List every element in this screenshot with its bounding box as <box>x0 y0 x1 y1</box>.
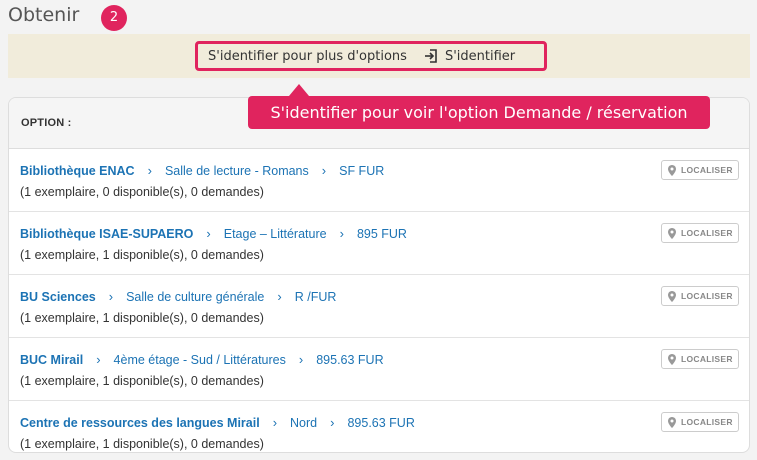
signin-callout: S'identifier pour voir l'option Demande … <box>248 96 710 129</box>
chevron-right-icon: › <box>96 352 101 367</box>
availability-details: (1 exemplaire, 0 disponible(s), 0 demand… <box>20 185 264 199</box>
location-link[interactable]: Salle de lecture - Romans <box>165 164 309 178</box>
holding-path: Bibliothèque ENAC › Salle de lecture - R… <box>20 163 749 178</box>
holding-row: BUC Mirail › 4ème étage - Sud / Littérat… <box>9 338 749 401</box>
location-link[interactable]: 4ème étage - Sud / Littératures <box>114 353 286 367</box>
locate-button[interactable]: LOCALISER <box>661 412 739 432</box>
locate-label: LOCALISER <box>681 165 733 175</box>
location-link[interactable]: Etage – Littérature <box>224 227 327 241</box>
locate-label: LOCALISER <box>681 354 733 364</box>
call-number-link[interactable]: 895 FUR <box>357 227 407 241</box>
holding-path: BU Sciences › Salle de culture générale … <box>20 289 749 304</box>
locate-button[interactable]: LOCALISER <box>661 349 739 369</box>
map-pin-icon <box>668 227 676 239</box>
chevron-right-icon: › <box>147 163 152 178</box>
call-number-link[interactable]: R /FUR <box>295 290 337 304</box>
step-badge: 2 <box>101 5 127 31</box>
signin-link-label: S'identifier <box>444 48 516 64</box>
location-link[interactable]: Salle de culture générale <box>126 290 264 304</box>
library-link[interactable]: Bibliothèque ENAC <box>20 164 135 178</box>
signin-banner: S'identifier pour plus d'options S'ident… <box>8 34 750 78</box>
signin-link[interactable]: S'identifier <box>423 48 515 64</box>
library-link[interactable]: BU Sciences <box>20 290 96 304</box>
call-number-link[interactable]: 895.63 FUR <box>316 353 383 367</box>
call-number-link[interactable]: 895.63 FUR <box>347 416 414 430</box>
call-number-link[interactable]: SF FUR <box>339 164 384 178</box>
location-link[interactable]: Nord <box>290 416 317 430</box>
library-link[interactable]: BUC Mirail <box>20 353 83 367</box>
holding-row: Bibliothèque ENAC › Salle de lecture - R… <box>9 149 749 212</box>
sign-in-icon <box>424 49 437 63</box>
locate-label: LOCALISER <box>681 417 733 427</box>
chevron-right-icon: › <box>277 289 282 304</box>
holding-path: Centre de ressources des langues Mirail … <box>20 415 749 430</box>
holding-row: Centre de ressources des langues Mirail … <box>9 401 749 452</box>
locate-button[interactable]: LOCALISER <box>661 286 739 306</box>
availability-details: (1 exemplaire, 1 disponible(s), 0 demand… <box>20 374 264 388</box>
holding-row: BU Sciences › Salle de culture générale … <box>9 275 749 338</box>
signin-box: S'identifier pour plus d'options S'ident… <box>195 41 547 71</box>
chevron-right-icon: › <box>339 226 344 241</box>
map-pin-icon <box>668 416 676 428</box>
availability-details: (1 exemplaire, 1 disponible(s), 0 demand… <box>20 437 264 451</box>
signin-prompt: S'identifier pour plus d'options <box>208 48 407 64</box>
library-link[interactable]: Centre de ressources des langues Mirail <box>20 416 260 430</box>
holding-path: Bibliothèque ISAE-SUPAERO › Etage – Litt… <box>20 226 749 241</box>
chevron-right-icon: › <box>321 163 327 178</box>
holding-row: Bibliothèque ISAE-SUPAERO › Etage – Litt… <box>9 212 749 275</box>
options-panel: OPTION : Bibliothèque ENAC › Salle de le… <box>8 97 750 453</box>
chevron-right-icon: › <box>272 415 278 430</box>
locate-button[interactable]: LOCALISER <box>661 160 739 180</box>
chevron-right-icon: › <box>330 415 335 430</box>
locate-label: LOCALISER <box>681 228 733 238</box>
chevron-right-icon: › <box>206 226 211 241</box>
chevron-right-icon: › <box>108 289 114 304</box>
library-link[interactable]: Bibliothèque ISAE-SUPAERO <box>20 227 193 241</box>
availability-details: (1 exemplaire, 1 disponible(s), 0 demand… <box>20 311 264 325</box>
holding-path: BUC Mirail › 4ème étage - Sud / Littérat… <box>20 352 749 367</box>
chevron-right-icon: › <box>298 352 304 367</box>
map-pin-icon <box>668 164 676 176</box>
availability-details: (1 exemplaire, 1 disponible(s), 0 demand… <box>20 248 264 262</box>
locate-button[interactable]: LOCALISER <box>661 223 739 243</box>
map-pin-icon <box>668 353 676 365</box>
section-title: Obtenir <box>8 4 80 26</box>
locate-label: LOCALISER <box>681 291 733 301</box>
callout-arrow <box>289 84 309 96</box>
map-pin-icon <box>668 290 676 302</box>
